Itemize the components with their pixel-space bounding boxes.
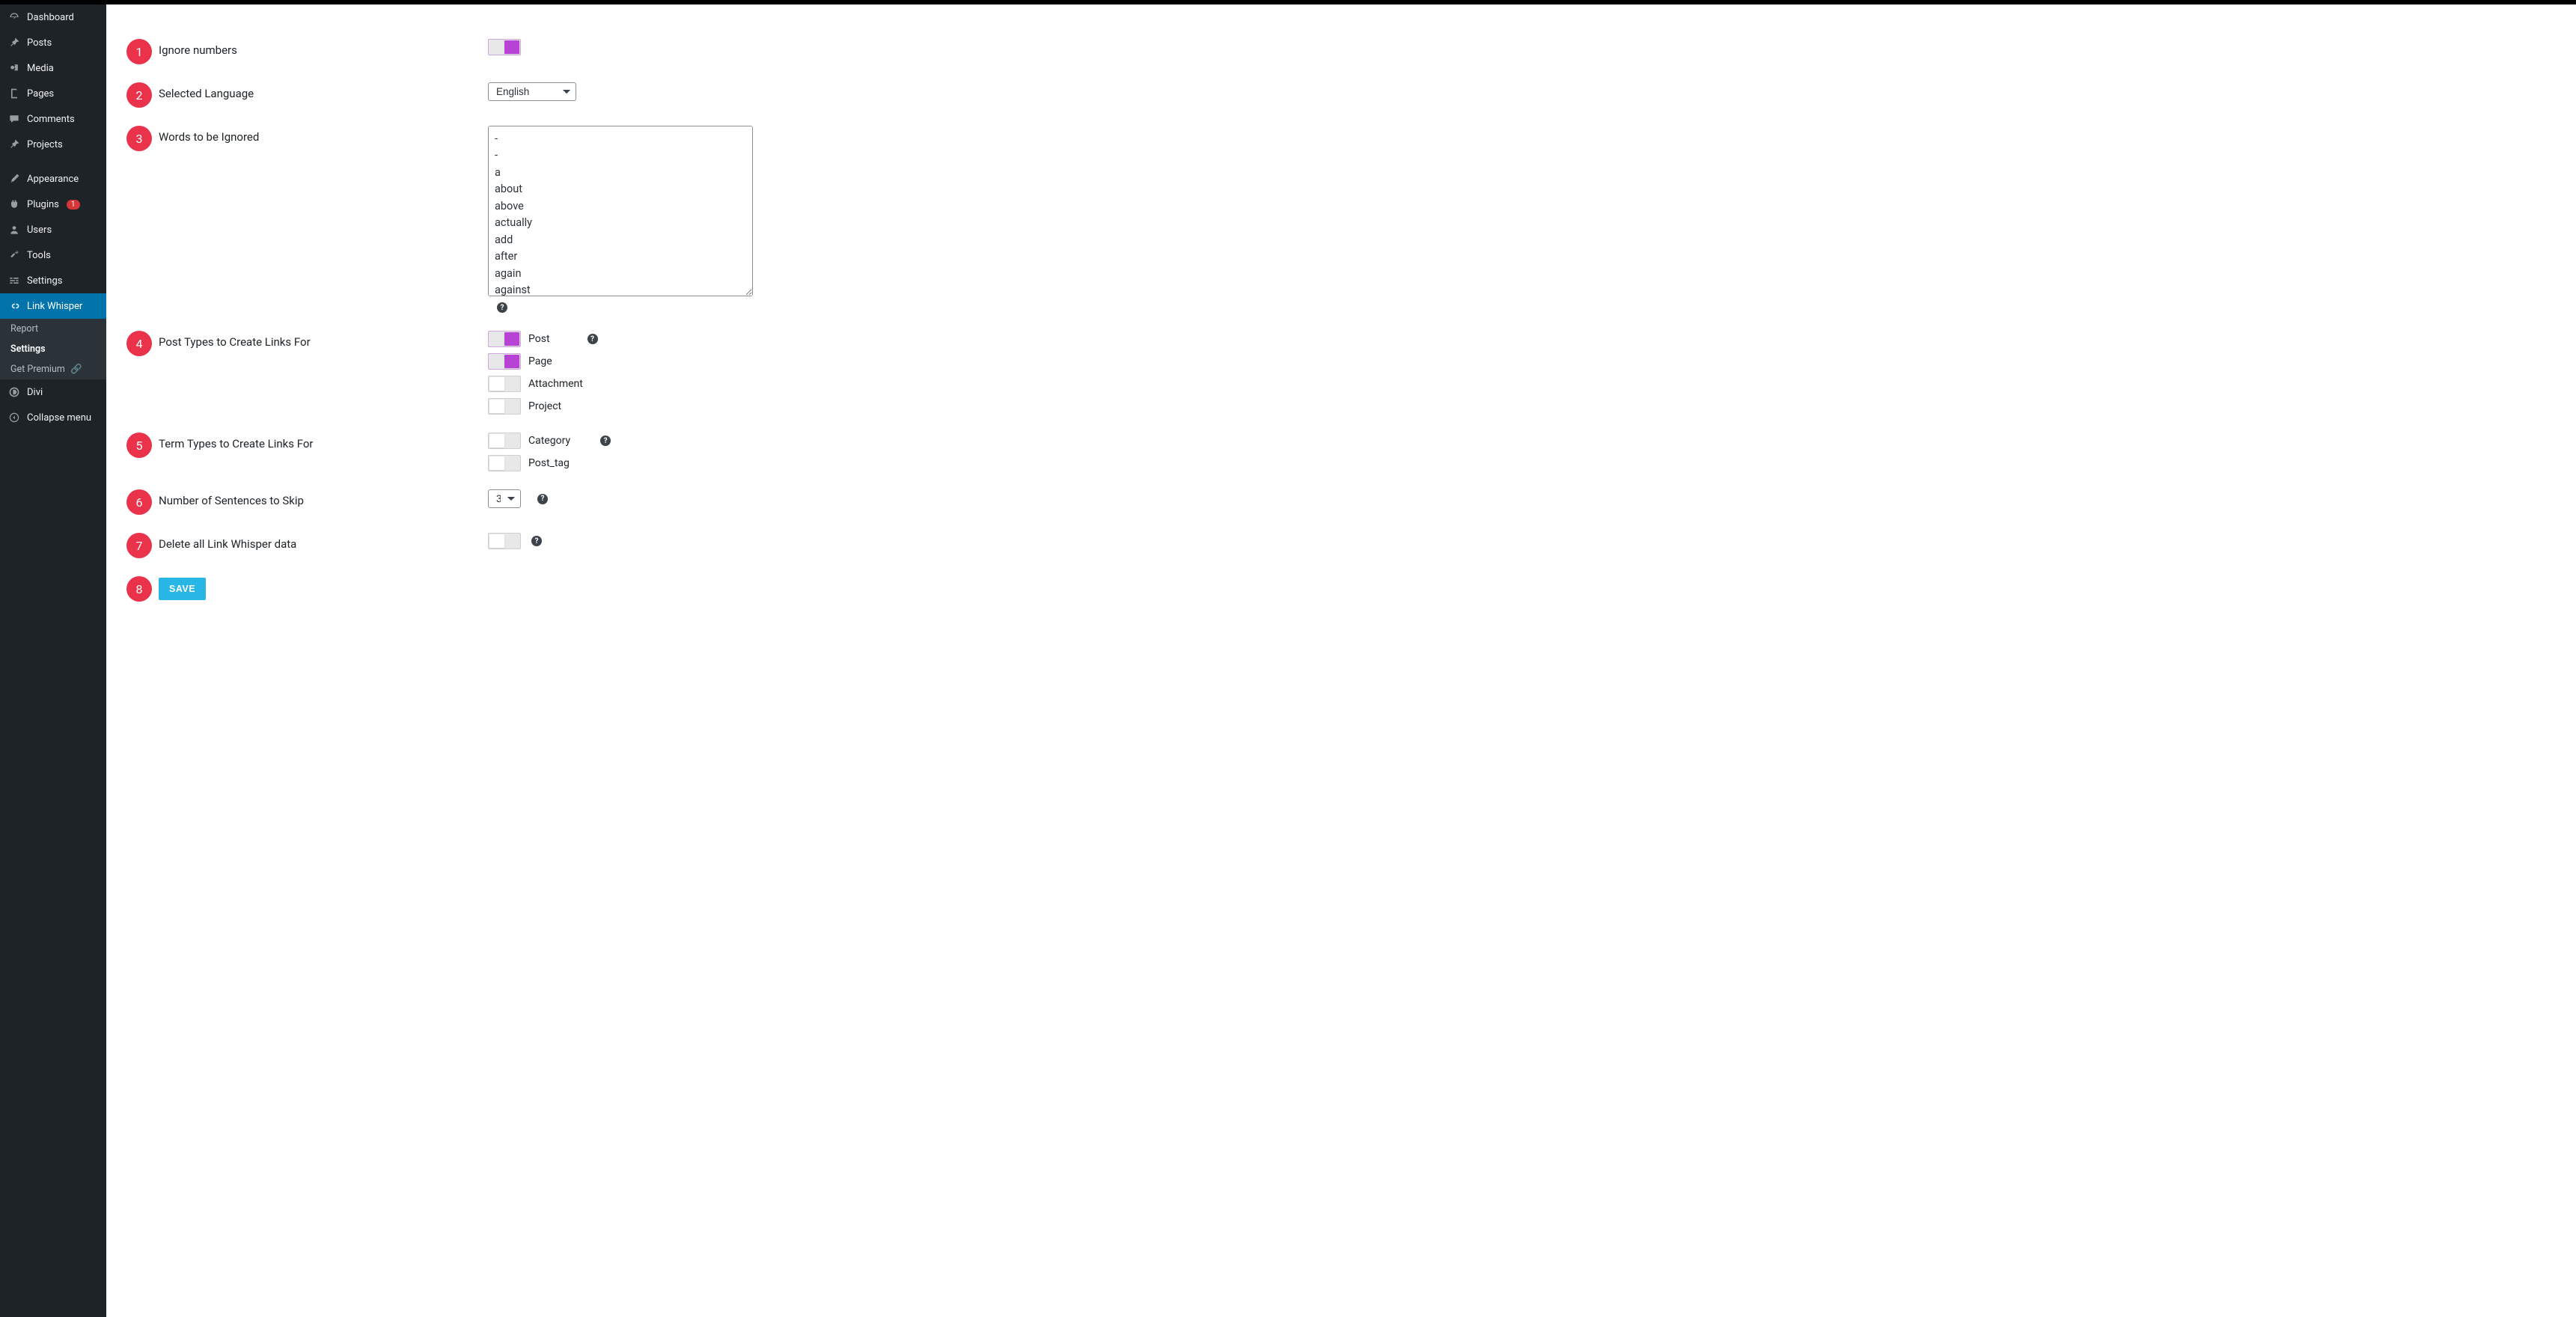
- link-whisper-icon: [7, 299, 21, 313]
- sidebar-item-plugins[interactable]: Plugins 1: [0, 192, 106, 217]
- admin-sidebar: Dashboard Posts Media Pages Comments Pro…: [0, 4, 106, 1317]
- setting-label: Term Types to Create Links For: [159, 430, 488, 450]
- step-badge: 2: [126, 82, 152, 108]
- term-type-toggle-category[interactable]: [488, 433, 521, 449]
- setting-label: Ignore numbers: [159, 36, 488, 57]
- sidebar-item-label: Plugins: [27, 199, 59, 210]
- toggle-label: Page: [528, 355, 552, 367]
- ignore-numbers-toggle[interactable]: [488, 39, 521, 55]
- sidebar-item-label: Collapse menu: [27, 412, 91, 424]
- sidebar-item-label: Users: [27, 224, 52, 236]
- user-icon: [7, 223, 21, 236]
- step-badge: 6: [126, 489, 152, 515]
- setting-row-save: 8 SAVE: [120, 566, 2563, 609]
- external-link-icon: 🔗: [70, 364, 82, 375]
- sidebar-item-settings[interactable]: Settings: [0, 268, 106, 293]
- step-badge: 4: [126, 331, 152, 356]
- pin-icon: [7, 138, 21, 151]
- setting-label: Words to be Ignored: [159, 123, 488, 144]
- sidebar-item-label: Tools: [27, 250, 51, 261]
- post-type-toggle-page[interactable]: [488, 353, 521, 370]
- sidebar-item-label: Appearance: [27, 174, 79, 185]
- wrench-icon: [7, 248, 21, 262]
- divi-icon: [7, 385, 21, 399]
- sidebar-item-label: Dashboard: [27, 12, 74, 23]
- sidebar-item-media[interactable]: Media: [0, 55, 106, 81]
- setting-row-language: 2 Selected Language English: [120, 72, 2563, 115]
- help-icon[interactable]: ?: [531, 536, 542, 546]
- sidebar-item-projects[interactable]: Projects: [0, 132, 106, 157]
- submenu-settings[interactable]: Settings: [0, 339, 106, 359]
- step-badge: 8: [126, 576, 152, 602]
- help-icon[interactable]: ?: [600, 436, 611, 446]
- delete-data-toggle[interactable]: [488, 533, 521, 549]
- language-select[interactable]: English: [488, 82, 576, 101]
- toggle-label: Project: [528, 400, 561, 412]
- ignored-words-textarea[interactable]: [488, 126, 753, 296]
- brush-icon: [7, 172, 21, 186]
- post-type-toggle-post[interactable]: [488, 331, 521, 347]
- toggle-label: Post: [528, 333, 550, 345]
- setting-row-term-types: 5 Term Types to Create Links For Categor…: [120, 422, 2563, 479]
- toggle-label: Category: [528, 435, 570, 447]
- sidebar-item-dashboard[interactable]: Dashboard: [0, 4, 106, 30]
- sentences-skip-select[interactable]: 3: [488, 489, 521, 508]
- step-badge: 3: [126, 126, 152, 151]
- sidebar-item-label: Link Whisper: [27, 301, 82, 312]
- submenu-report[interactable]: Report: [0, 319, 106, 339]
- setting-label: Delete all Link Whisper data: [159, 530, 488, 551]
- setting-row-ignored-words: 3 Words to be Ignored ?: [120, 115, 2563, 320]
- setting-row-delete-data: 7 Delete all Link Whisper data ?: [120, 522, 2563, 566]
- media-icon: [7, 61, 21, 75]
- plug-icon: [7, 198, 21, 211]
- help-icon[interactable]: ?: [587, 334, 598, 344]
- sidebar-item-pages[interactable]: Pages: [0, 81, 106, 106]
- sidebar-item-appearance[interactable]: Appearance: [0, 166, 106, 192]
- setting-label: Number of Sentences to Skip: [159, 486, 488, 507]
- sidebar-item-posts[interactable]: Posts: [0, 30, 106, 55]
- step-badge: 7: [126, 533, 152, 558]
- submenu-get-premium[interactable]: Get Premium 🔗: [0, 359, 106, 379]
- sidebar-item-users[interactable]: Users: [0, 217, 106, 242]
- setting-label: Post Types to Create Links For: [159, 328, 488, 349]
- page-icon: [7, 87, 21, 100]
- update-badge: 1: [67, 200, 80, 210]
- sliders-icon: [7, 274, 21, 287]
- link-whisper-submenu: Report Settings Get Premium 🔗: [0, 319, 106, 379]
- comment-icon: [7, 112, 21, 126]
- setting-row-sentences-skip: 6 Number of Sentences to Skip 3 ?: [120, 479, 2563, 522]
- sidebar-item-label: Divi: [27, 387, 43, 398]
- setting-row-post-types: 4 Post Types to Create Links For Post ? …: [120, 320, 2563, 422]
- sidebar-item-label: Media: [27, 63, 54, 74]
- sidebar-item-label: Pages: [27, 88, 54, 100]
- sidebar-item-link-whisper[interactable]: Link Whisper: [0, 293, 106, 319]
- dashboard-icon: [7, 10, 21, 24]
- sidebar-collapse-menu[interactable]: Collapse menu: [0, 405, 106, 430]
- post-type-toggle-project[interactable]: [488, 398, 521, 415]
- toggle-label: Post_tag: [528, 457, 570, 469]
- sidebar-item-label: Posts: [27, 37, 52, 49]
- sidebar-item-label: Projects: [27, 139, 63, 150]
- sidebar-item-label: Settings: [27, 275, 62, 287]
- sidebar-item-label: Comments: [27, 114, 75, 125]
- toggle-label: Attachment: [528, 378, 583, 390]
- sidebar-item-divi[interactable]: Divi: [0, 379, 106, 405]
- setting-label: Selected Language: [159, 79, 488, 100]
- setting-row-ignore-numbers: 1 Ignore numbers: [120, 28, 2563, 72]
- help-icon[interactable]: ?: [537, 494, 548, 504]
- term-type-toggle-post-tag[interactable]: [488, 455, 521, 471]
- post-type-toggle-attachment[interactable]: [488, 376, 521, 392]
- step-badge: 1: [126, 39, 152, 64]
- step-badge: 5: [126, 433, 152, 458]
- collapse-icon: [7, 411, 21, 424]
- settings-content: 1 Ignore numbers 2 Selected Language Eng…: [106, 4, 2576, 1317]
- sidebar-item-comments[interactable]: Comments: [0, 106, 106, 132]
- sidebar-item-tools[interactable]: Tools: [0, 242, 106, 268]
- save-button[interactable]: SAVE: [159, 578, 206, 600]
- help-icon[interactable]: ?: [497, 302, 507, 313]
- pin-icon: [7, 36, 21, 49]
